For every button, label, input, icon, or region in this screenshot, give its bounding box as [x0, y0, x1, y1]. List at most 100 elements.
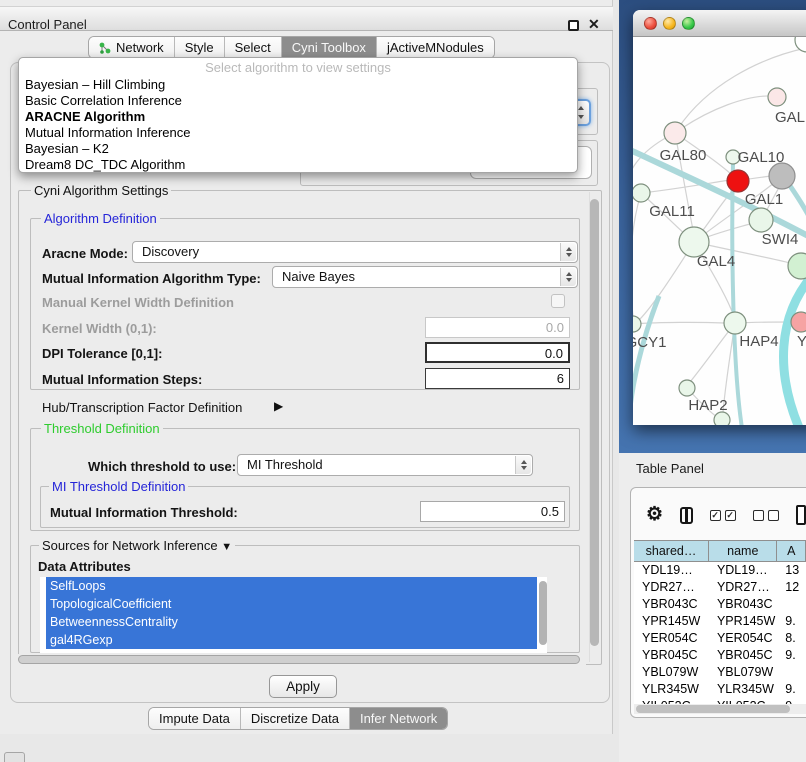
data-attributes-label: Data Attributes: [38, 559, 131, 574]
table-row[interactable]: YBR045CYBR045C9.: [634, 647, 806, 664]
mi-steps-input[interactable]: 6: [425, 368, 570, 389]
node-label: GAL1: [745, 191, 783, 208]
data-attributes-list[interactable]: SelfLoopsTopologicalCoefficientBetweenne…: [40, 577, 547, 653]
deselect-all-icon[interactable]: [753, 510, 779, 521]
bottom-tab-impute-data[interactable]: Impute Data: [149, 708, 240, 729]
table-cell: YDL19…: [634, 562, 709, 579]
table-row[interactable]: YDR27…YDR27…12: [634, 579, 806, 596]
node-label: HAP2: [688, 397, 727, 414]
table-cell: 13: [777, 562, 806, 579]
network-node[interactable]: [788, 253, 806, 279]
network-canvas[interactable]: GALGAL80GAL10GAL1GAL11GAL4SWI4GCY1HAP4YH…: [633, 37, 806, 425]
network-graph: GALGAL80GAL10GAL1GAL11GAL4SWI4GCY1HAP4YH…: [633, 37, 806, 425]
which-threshold-select[interactable]: MI Threshold: [237, 454, 533, 476]
network-edge[interactable]: [633, 193, 641, 316]
algorithm-option[interactable]: Basic Correlation Inference: [19, 93, 577, 109]
tab-cyni-toolbox[interactable]: Cyni Toolbox: [281, 37, 376, 58]
tab-label: Cyni Toolbox: [292, 40, 366, 55]
table-cell: YER054C: [634, 630, 709, 647]
column-header[interactable]: shared…: [634, 541, 709, 561]
apply-button[interactable]: Apply: [269, 675, 337, 698]
table-cell: YER054C: [709, 630, 777, 647]
table-panel-title: Table Panel: [636, 461, 704, 476]
node-table: shared…nameA YDL19…YDL19…13YDR27…YDR27…1…: [634, 540, 806, 704]
manual-kernel-checkbox[interactable]: [551, 294, 565, 308]
network-node[interactable]: [768, 88, 786, 106]
cyni-algorithm-settings-title: Cyni Algorithm Settings: [31, 183, 171, 198]
table-hscroll-thumb[interactable]: [636, 705, 790, 713]
node-label: HAP4: [739, 333, 778, 350]
bottom-left-icon[interactable]: [4, 752, 25, 762]
tab-network[interactable]: Network: [89, 37, 174, 58]
network-window-titlebar[interactable]: [633, 10, 806, 37]
attribute-item[interactable]: SelfLoops: [46, 577, 537, 595]
bottom-tabs: Impute DataDiscretize Data Infer Network: [148, 707, 448, 730]
gear-icon[interactable]: ⚙: [646, 505, 663, 525]
settings-hscroll-thumb[interactable]: [18, 655, 580, 664]
network-node[interactable]: [664, 122, 686, 144]
node-label: GAL11: [649, 203, 695, 220]
algorithm-option[interactable]: Bayesian – K2: [19, 141, 577, 157]
aracne-mode-value: Discovery: [142, 244, 199, 259]
tab-style[interactable]: Style: [174, 37, 224, 58]
attribute-item[interactable]: gal4RGexp: [46, 631, 537, 649]
attribute-item[interactable]: TopologicalCoefficient: [46, 595, 537, 613]
network-icon: [99, 42, 111, 54]
bottom-tab-label: Infer Network: [360, 711, 437, 726]
close-traffic-light-icon[interactable]: [644, 17, 657, 30]
table-row[interactable]: YDL19…YDL19…13: [634, 562, 806, 579]
document-icon[interactable]: [796, 505, 806, 525]
network-edge-weighted[interactable]: [633, 296, 659, 425]
node-label: GCY1: [633, 334, 666, 351]
expand-arrow-icon[interactable]: ▶: [274, 399, 283, 413]
attribute-item[interactable]: BetweennessCentrality: [46, 613, 537, 631]
network-node[interactable]: [727, 170, 749, 192]
collapse-arrow-icon[interactable]: ▼: [221, 541, 232, 553]
table-row[interactable]: YLR345WYLR345W9.: [634, 681, 806, 698]
minimize-traffic-light-icon[interactable]: [663, 17, 676, 30]
float-window-icon[interactable]: [568, 20, 579, 31]
tab-select[interactable]: Select: [224, 37, 281, 58]
mi-type-value: Naive Bayes: [282, 269, 355, 284]
mi-threshold-input[interactable]: 0.5: [420, 501, 565, 522]
table-row[interactable]: YER054CYER054C8.: [634, 630, 806, 647]
table-row[interactable]: YPR145WYPR145W9.: [634, 613, 806, 630]
close-icon[interactable]: ✕: [588, 16, 600, 33]
algorithm-dropdown-items: Bayesian – Hill ClimbingBasic Correlatio…: [19, 77, 577, 173]
table-cell: YBR043C: [709, 596, 777, 613]
network-node[interactable]: [633, 184, 650, 202]
network-edge[interactable]: [675, 96, 772, 133]
table-row[interactable]: YBR043CYBR043C: [634, 596, 806, 613]
attributes-scrollbar[interactable]: [539, 581, 547, 645]
threshold-definition-title: Threshold Definition: [41, 421, 163, 436]
network-node[interactable]: [749, 208, 773, 232]
network-node[interactable]: [724, 312, 746, 334]
algorithm-option[interactable]: ARACNE Algorithm: [19, 109, 577, 125]
dpi-tolerance-input[interactable]: 0.0: [425, 342, 570, 363]
bottom-tab-infer-network[interactable]: Infer Network: [349, 708, 447, 729]
algorithm-option[interactable]: Dream8 DC_TDC Algorithm: [19, 157, 577, 173]
tab-jactivemnodules[interactable]: jActiveMNodules: [376, 37, 494, 58]
select-all-icon[interactable]: ✓✓: [710, 510, 736, 521]
aracne-mode-select[interactable]: Discovery: [132, 241, 578, 263]
algorithm-option[interactable]: Bayesian – Hill Climbing: [19, 77, 577, 93]
table-toolbar: ⚙ ✓✓: [630, 495, 806, 535]
bottom-tab-discretize-data[interactable]: Discretize Data: [240, 708, 349, 729]
zoom-traffic-light-icon[interactable]: [682, 17, 695, 30]
network-node[interactable]: [791, 312, 806, 332]
column-header[interactable]: A: [777, 541, 806, 561]
kernel-width-input[interactable]: 0.0: [425, 317, 570, 338]
table-cell: 9.: [777, 647, 806, 664]
sources-group-title: Sources for Network Inference ▼: [39, 538, 235, 553]
table-row[interactable]: YBL079WYBL079W: [634, 664, 806, 681]
column-header[interactable]: name: [709, 541, 777, 561]
aracne-mode-label: Aracne Mode:: [42, 246, 128, 261]
network-edge-weighted[interactable]: [784, 276, 806, 425]
columns-icon[interactable]: [680, 507, 693, 524]
network-node[interactable]: [769, 163, 795, 189]
network-node[interactable]: [679, 380, 695, 396]
stepper-icon: [515, 456, 531, 474]
algorithm-option[interactable]: Mutual Information Inference: [19, 125, 577, 141]
settings-vscroll-thumb[interactable]: [590, 199, 599, 646]
mi-type-select[interactable]: Naive Bayes: [272, 266, 578, 288]
